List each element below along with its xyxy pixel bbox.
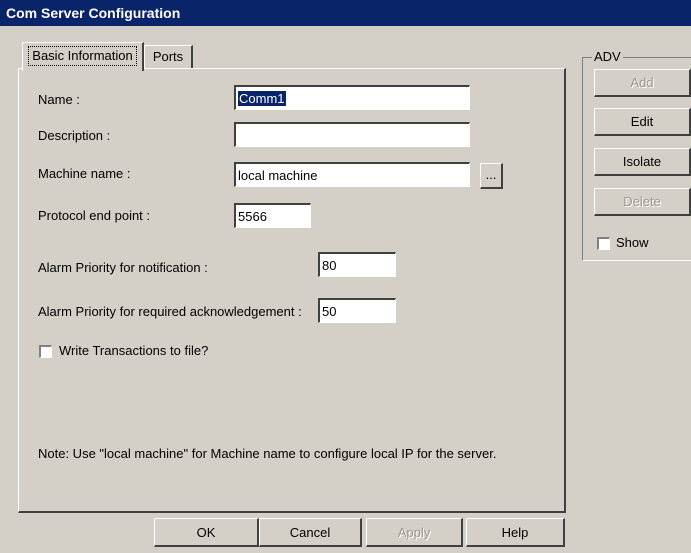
description-field[interactable] [234,122,470,147]
cancel-button[interactable]: Cancel [259,518,362,547]
window-title: Com Server Configuration [0,0,691,26]
isolate-button[interactable]: Isolate [594,148,691,176]
tab-basic-information[interactable]: Basic Information [22,42,144,71]
show-label: Show [616,235,649,250]
machine-name-field[interactable]: local machine [234,162,470,187]
tab-ports[interactable]: Ports [144,45,193,69]
description-label: Description : [38,128,111,143]
apply-button[interactable]: Apply [366,518,463,547]
protocol-end-point-field[interactable]: 5566 [234,203,311,228]
alarm-ack-field[interactable]: 50 [318,298,396,323]
alarm-ack-label: Alarm Priority for required acknowledgem… [38,304,302,319]
delete-button[interactable]: Delete [594,188,691,216]
name-label: Name : [38,92,80,107]
machine-name-note: Note: Use "local machine" for Machine na… [38,446,497,461]
write-transactions-label: Write Transactions to file? [59,343,209,358]
name-field[interactable]: Comm1 [234,85,470,110]
alarm-notification-label: Alarm Priority for notification : [38,260,208,275]
write-transactions-checkbox[interactable] [39,345,52,358]
name-field-value: Comm1 [238,91,286,106]
show-checkbox[interactable] [597,237,610,250]
add-button[interactable]: Add [594,69,691,97]
ok-button[interactable]: OK [154,518,259,547]
alarm-notification-field[interactable]: 80 [318,252,396,277]
protocol-end-point-label: Protocol end point : [38,208,151,223]
edit-button[interactable]: Edit [594,108,691,136]
browse-machine-button[interactable]: ... [480,163,503,189]
machine-name-label: Machine name : [38,166,131,181]
tab-basic-information-label: Basic Information [28,46,137,66]
tab-ports-label: Ports [152,49,184,64]
help-button[interactable]: Help [466,518,565,547]
adv-group-label: ADV [592,49,623,64]
